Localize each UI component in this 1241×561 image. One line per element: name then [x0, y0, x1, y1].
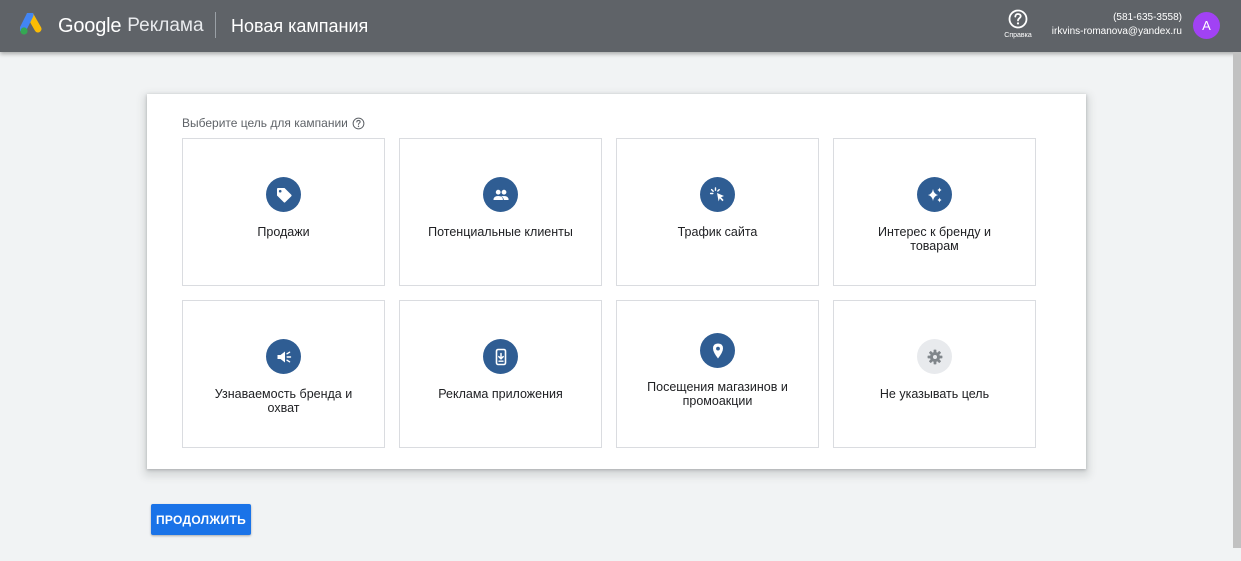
goal-tile-app-promotion[interactable]: Реклама приложения: [399, 300, 602, 448]
people-icon: [483, 177, 518, 212]
brand-google: Google: [58, 14, 122, 37]
goal-tile-store-visits[interactable]: Посещения магазинов и промоакции: [616, 300, 819, 448]
goal-label: Посещения магазинов и промоакции: [647, 380, 788, 408]
location-pin-icon: [700, 333, 735, 368]
avatar[interactable]: A: [1193, 12, 1220, 39]
goal-tile-sales[interactable]: Продажи: [182, 138, 385, 286]
goal-label: Потенциальные клиенты: [428, 225, 573, 239]
cursor-click-icon: [700, 177, 735, 212]
goal-label: Узнаваемость бренда и охват: [214, 387, 353, 415]
account-phone: (581-635-3558): [1113, 12, 1182, 23]
goal-label: Интерес к бренду и товарам: [878, 225, 991, 253]
page-title: Новая кампания: [231, 15, 369, 36]
goal-label: Не указывать цель: [879, 387, 990, 401]
brand-name[interactable]: Google Реклама: [58, 0, 204, 52]
goal-tile-website-traffic[interactable]: Трафик сайта: [616, 138, 819, 286]
goal-selection-card: Выберите цель для кампании Продажи Потен…: [147, 94, 1086, 469]
help-button[interactable]: Справка: [1003, 9, 1033, 39]
goal-label: Продажи: [257, 225, 310, 239]
goal-tile-leads[interactable]: Потенциальные клиенты: [399, 138, 602, 286]
help-label: Справка: [1004, 32, 1032, 39]
brand-product: Реклама: [127, 15, 204, 36]
header-divider: [215, 12, 216, 38]
google-ads-logo-icon: [20, 13, 42, 35]
megaphone-icon: [266, 339, 301, 374]
goal-tile-brand-interest[interactable]: Интерес к бренду и товарам: [833, 138, 1036, 286]
scrollbar[interactable]: [1233, 52, 1241, 548]
goal-label: Реклама приложения: [438, 387, 563, 401]
account-info[interactable]: (581-635-3558) irkvins-romanova@yandex.r…: [1052, 11, 1182, 39]
gear-icon: [917, 339, 952, 374]
goal-label: Трафик сайта: [677, 225, 758, 239]
account-email: irkvins-romanova@yandex.ru: [1051, 26, 1182, 37]
help-circle-icon[interactable]: [352, 117, 365, 130]
top-bar: Google Реклама Новая кампания Справка (5…: [0, 0, 1241, 52]
phone-download-icon: [483, 339, 518, 374]
goal-tile-brand-awareness[interactable]: Узнаваемость бренда и охват: [182, 300, 385, 448]
continue-button[interactable]: ПРОДОЛЖИТЬ: [151, 504, 251, 535]
sparkle-icon: [917, 177, 952, 212]
tag-icon: [266, 177, 301, 212]
goal-prompt-text: Выберите цель для кампании: [182, 116, 348, 130]
help-circle-icon: [1008, 9, 1028, 29]
goal-prompt: Выберите цель для кампании: [182, 116, 365, 130]
goal-tile-no-goal[interactable]: Не указывать цель: [833, 300, 1036, 448]
